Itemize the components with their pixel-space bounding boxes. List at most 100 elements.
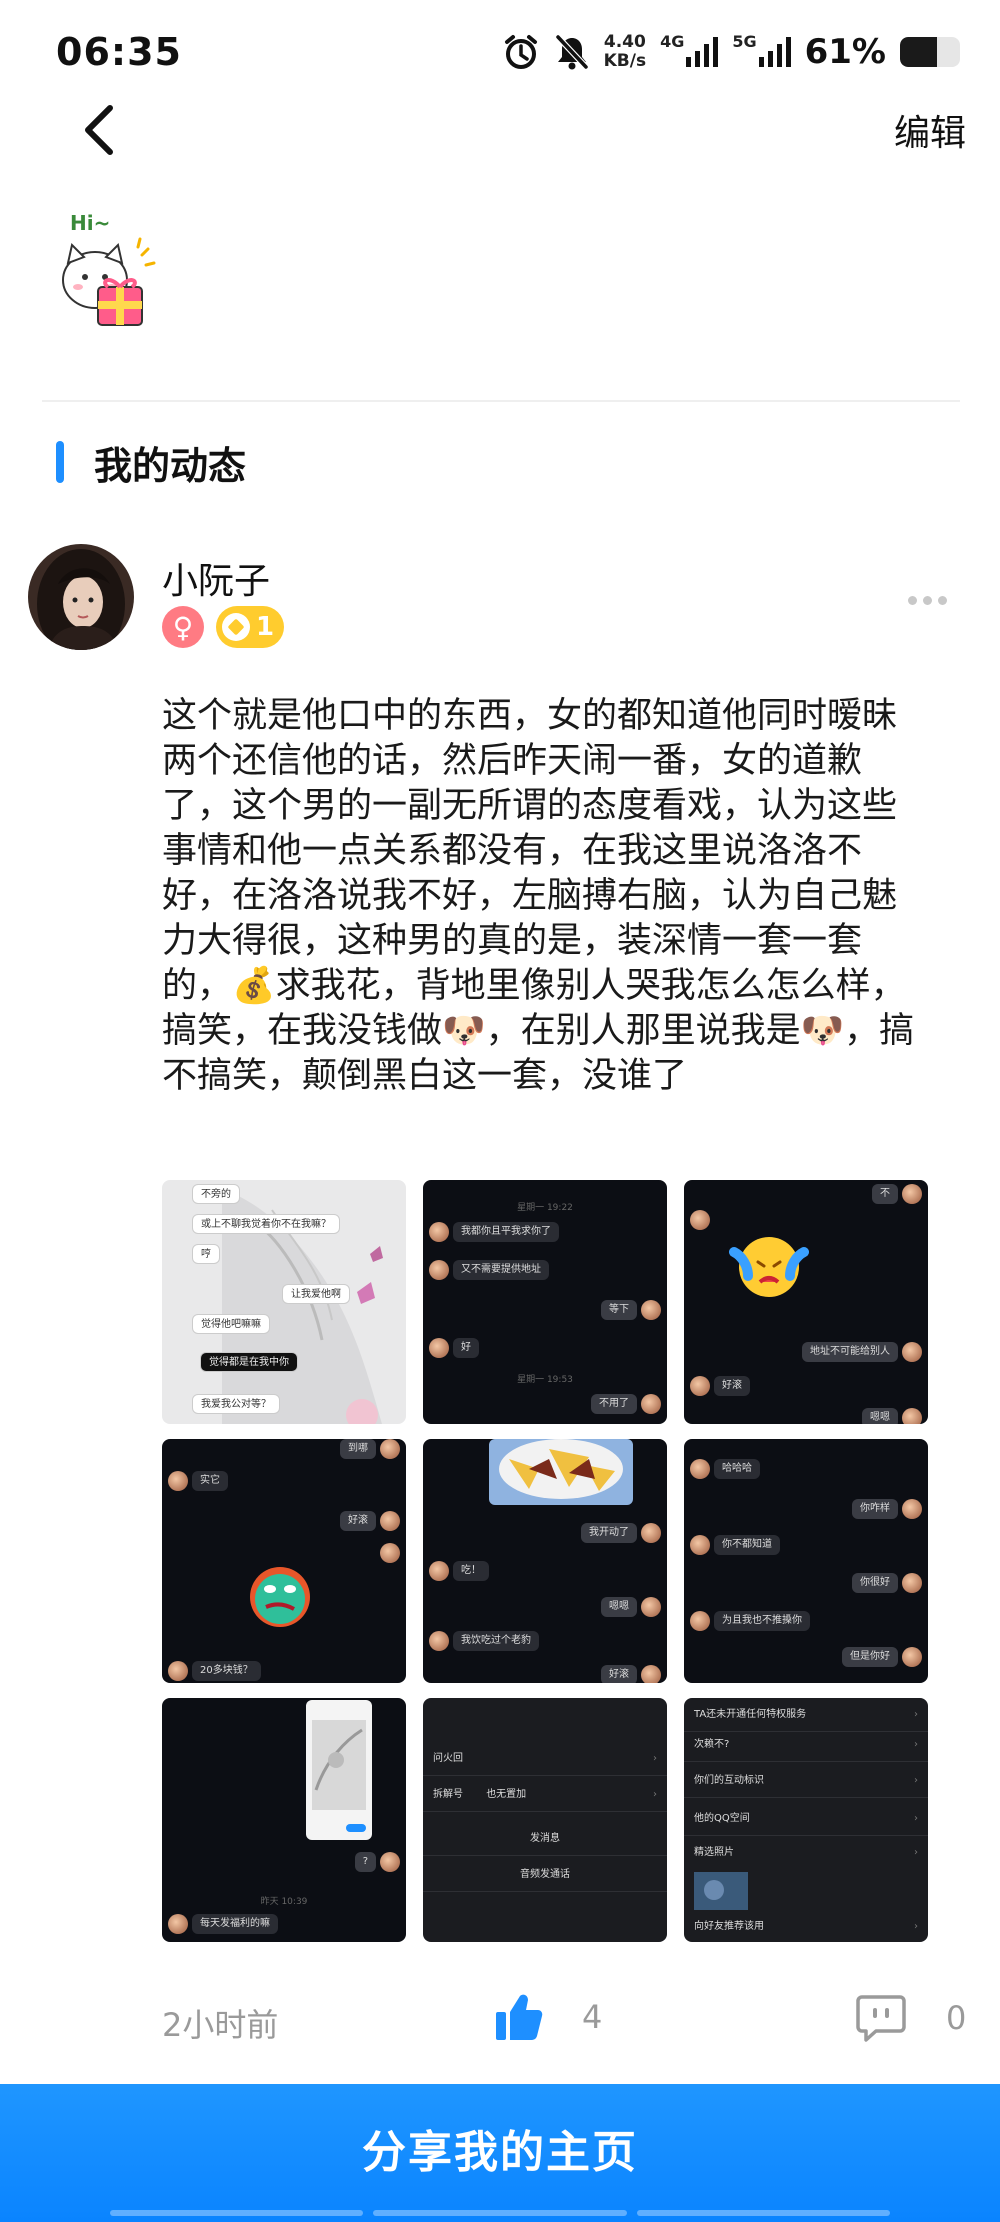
- menu-row: 他的QQ空间 ›: [684, 1802, 928, 1836]
- level-number: 1: [256, 612, 275, 642]
- chat-bubble: 不用了: [591, 1394, 637, 1414]
- chat-bubble: 又不需要提供地址: [453, 1260, 549, 1280]
- status-time: 06:35: [56, 30, 182, 74]
- chat-bubble: 我开动了: [581, 1523, 637, 1543]
- sim2-label: 5G: [732, 32, 757, 51]
- comment-button[interactable]: 0: [856, 1994, 966, 2042]
- menu-row: 拆解号 也无置加 ›: [423, 1778, 667, 1812]
- chat-bubble: 或上不聊我觉着你不在我嘛？: [192, 1214, 340, 1234]
- menu-row: 音频发通话: [423, 1858, 667, 1892]
- chat-bubble: 每天发福利的嘛: [192, 1914, 278, 1934]
- post-time: 2小时前: [162, 2006, 279, 2044]
- signal-bars-icon: [686, 37, 719, 67]
- chat-timestamp: 星期一 19:22: [517, 1203, 573, 1213]
- share-homepage-button[interactable]: 分享我的主页: [0, 2084, 1000, 2222]
- chat-bubble: 哈哈哈: [714, 1459, 760, 1479]
- battery-icon: [900, 37, 960, 67]
- comment-icon: [856, 1995, 906, 2042]
- menu-row: 发消息: [423, 1822, 667, 1856]
- crying-emoji-sticker: [729, 1237, 809, 1297]
- post-image-4[interactable]: 到哪 实它 好滚 20多块钱？: [162, 1439, 406, 1683]
- post-image-6[interactable]: 哈哈哈 你咋样 你不都知道 你很好 为且我也不推搡你 但是你好: [684, 1439, 928, 1683]
- mute-bell-icon: [554, 33, 590, 71]
- level-coin-icon: [222, 613, 250, 641]
- level-badge[interactable]: 1: [216, 606, 285, 648]
- chat-bubble: 吃！: [453, 1561, 489, 1581]
- chat-bubble: 我都你且平我求你了: [453, 1222, 559, 1242]
- chat-bubble: 嗯嗯: [601, 1597, 637, 1617]
- more-options-icon[interactable]: [908, 588, 952, 612]
- sim1-label: 4G: [660, 32, 685, 51]
- sim2-signal: 5G: [732, 32, 791, 67]
- menu-row: 问火回 ›: [423, 1742, 667, 1776]
- post-image-5[interactable]: 我开动了 吃！ 嗯嗯 我饮吃过个老豹 好滚: [423, 1439, 667, 1683]
- avatar[interactable]: [28, 544, 134, 650]
- chat-bubble: 你很好: [852, 1573, 898, 1593]
- username[interactable]: 小阮子: [162, 552, 270, 604]
- post-text: 这个就是他口中的东西，女的都知道他同时暧昧两个还信他的话，然后昨天闹一番，女的道…: [162, 696, 915, 1096]
- thumbnail-photo: [694, 1872, 748, 1910]
- divider: [42, 400, 960, 402]
- edit-button[interactable]: 编辑: [894, 104, 966, 156]
- phone-screenshot: [306, 1700, 372, 1840]
- chat-bubble: 好滚: [714, 1376, 750, 1396]
- post-image-7[interactable]: ? 昨天 10:39 每天发福利的嘛: [162, 1698, 406, 1942]
- chat-bubble: 到哪: [340, 1439, 376, 1459]
- thumbs-up-icon: [496, 1994, 543, 2040]
- like-count: 4: [582, 1998, 603, 2036]
- menu-row: 向好友推荐该用 ›: [694, 1921, 918, 1932]
- chat-bubble: 你不都知道: [714, 1535, 780, 1555]
- chat-bubble: 等下: [601, 1300, 637, 1320]
- chat-bubble: 觉得他吧嘛嘛: [192, 1314, 270, 1334]
- alarm-icon: [502, 33, 540, 71]
- chat-bubble: ?: [354, 1852, 376, 1872]
- sticker-text: Hi~: [70, 211, 110, 235]
- post-image-3[interactable]: 不 地址不可能给别人 好滚 嗯嗯: [684, 1180, 928, 1424]
- comment-count: 0: [946, 1999, 967, 2037]
- chat-bubble: 不: [872, 1184, 898, 1204]
- chat-bubble: 让我爱他啊: [282, 1284, 350, 1304]
- chat-timestamp: 昨天 10:39: [260, 1897, 308, 1907]
- food-photo: [489, 1439, 633, 1505]
- network-speed: 4.40 KB/s: [604, 33, 646, 71]
- home-indicator: [110, 2210, 890, 2216]
- post-image-8[interactable]: 问火回 › 拆解号 也无置加 › 发消息 音频发通话: [423, 1698, 667, 1942]
- status-bar: 06:35 4.40 KB/s 4G 5G 61%: [0, 0, 1000, 110]
- post-image-1[interactable]: 不旁的 或上不聊我觉着你不在我嘛？ 哼 让我爱他啊 觉得他吧嘛嘛 觉得都是在我中…: [162, 1180, 406, 1424]
- chat-bubble: 觉得都是在我中你: [200, 1352, 298, 1372]
- battery-percent: 61%: [804, 32, 886, 72]
- battery-fill: [900, 37, 937, 67]
- chat-bubble: 地址不可能给别人: [802, 1342, 898, 1362]
- back-button[interactable]: [76, 100, 126, 160]
- chat-bubble: 不旁的: [192, 1184, 240, 1204]
- chat-bubble: 实它: [192, 1471, 228, 1491]
- chat-bubble: 好: [453, 1338, 479, 1358]
- signal-bars-icon: [758, 37, 791, 67]
- cat-gift-sticker: Hi~: [50, 205, 160, 335]
- chat-bubble: 好滚: [340, 1511, 376, 1531]
- section-header: 我的动态: [56, 432, 246, 492]
- chat-bubble: 嗯嗯: [862, 1408, 898, 1424]
- frog-emoji-sticker: [250, 1567, 310, 1627]
- sim1-signal: 4G: [660, 32, 719, 67]
- section-accent-bar: [56, 441, 64, 483]
- section-title: 我的动态: [94, 443, 247, 488]
- user-badges: ♀ 1: [162, 606, 285, 648]
- share-button-label: 分享我的主页: [362, 2127, 638, 2178]
- chat-bubble: 我爱我公对等？: [192, 1394, 280, 1414]
- chevron-left-icon: [85, 105, 113, 155]
- status-icons: 4.40 KB/s 4G 5G 61%: [502, 28, 960, 76]
- chat-bubble: 你咋样: [852, 1499, 898, 1519]
- network-speed-unit: KB/s: [603, 51, 647, 71]
- chat-bubble: 我饮吃过个老豹: [453, 1631, 539, 1651]
- post-image-2[interactable]: 星期一 19:22 我都你且平我求你了 又不需要提供地址 等下 好 星期一 19…: [423, 1180, 667, 1424]
- menu-row: 你们的互动标识 ›: [684, 1764, 928, 1798]
- post-image-9[interactable]: TA还未开通任何特权服务 › 次赖不? › 你们的互动标识 › 他的QQ空间 › 精选照…: [684, 1698, 928, 1942]
- chat-bubble: 20多块钱？: [192, 1661, 261, 1681]
- chat-timestamp: 星期一 19:53: [517, 1375, 573, 1385]
- female-icon: ♀: [162, 606, 204, 648]
- like-button[interactable]: 4: [494, 1992, 602, 2042]
- post-image-grid: 不旁的 或上不聊我觉着你不在我嘛？ 哼 让我爱他啊 觉得他吧嘛嘛 觉得都是在我中…: [162, 1180, 928, 1942]
- chat-bubble: 好滚: [601, 1665, 637, 1683]
- menu-row: 精选照片 ›: [694, 1847, 918, 1858]
